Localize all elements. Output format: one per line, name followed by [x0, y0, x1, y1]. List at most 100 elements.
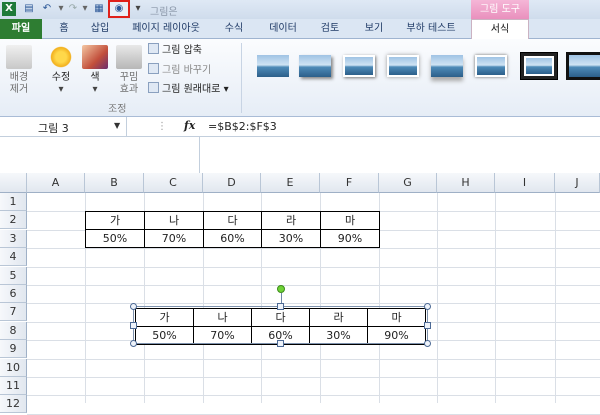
- column-header-e[interactable]: E: [261, 173, 320, 193]
- tab-formulas[interactable]: 수식: [218, 19, 250, 39]
- table-cell[interactable]: 가: [85, 211, 145, 230]
- table-cell[interactable]: 90%: [320, 229, 380, 248]
- picture-style-4[interactable]: [384, 52, 422, 80]
- column-header-d[interactable]: D: [203, 173, 261, 193]
- remove-background-label[interactable]: 배경 제거: [2, 72, 36, 96]
- formula-bar-grip-icon: ⋮: [157, 121, 167, 132]
- rotation-handle[interactable]: [277, 285, 285, 293]
- table-cell[interactable]: 70%: [144, 229, 204, 248]
- undo-icon[interactable]: ↶: [40, 2, 54, 16]
- grid-row-line: [27, 395, 600, 397]
- column-header-j[interactable]: J: [555, 173, 600, 193]
- worksheet-grid[interactable]: [0, 173, 600, 403]
- name-box-dropdown-icon[interactable]: ▼: [114, 121, 120, 130]
- tab-insert[interactable]: 삽입: [84, 19, 116, 39]
- camera-icon[interactable]: ◉: [108, 0, 130, 18]
- resize-handle[interactable]: [424, 322, 431, 329]
- resize-handle[interactable]: [424, 340, 431, 347]
- row-header-4[interactable]: 4: [0, 248, 27, 267]
- resize-handle[interactable]: [277, 340, 284, 347]
- grid-column-line: [555, 193, 556, 403]
- table-cell[interactable]: 30%: [261, 229, 321, 248]
- grid-row-line: [27, 248, 600, 250]
- reset-picture-button[interactable]: 그림 원래대로 ▾: [148, 82, 229, 96]
- customize-qat-icon[interactable]: ▾: [131, 2, 145, 16]
- grid-row-line: [27, 377, 600, 378]
- tab-file[interactable]: 파일: [0, 19, 42, 39]
- formula-input[interactable]: =$B$2:$F$3: [208, 120, 277, 133]
- picture-style-5[interactable]: [428, 52, 466, 80]
- color-dropdown-icon[interactable]: ▾: [89, 84, 101, 96]
- compress-icon: [148, 43, 159, 54]
- column-header-a[interactable]: A: [27, 173, 85, 193]
- tab-load-test[interactable]: 부하 테스트: [400, 19, 462, 39]
- row-header-3[interactable]: 3: [0, 229, 27, 248]
- compress-pictures-button[interactable]: 그림 압축: [148, 43, 202, 57]
- picture-selection-frame[interactable]: [133, 306, 428, 344]
- row-header-9[interactable]: 9: [0, 340, 27, 359]
- picture-style-6[interactable]: [472, 52, 510, 80]
- reset-picture-icon: [148, 82, 159, 93]
- grid-row-line: [27, 358, 600, 360]
- column-header-c[interactable]: C: [144, 173, 203, 193]
- picture-style-3[interactable]: [340, 52, 378, 80]
- picture-style-7[interactable]: [520, 52, 558, 80]
- tab-review[interactable]: 검토: [314, 19, 346, 39]
- row-header-12[interactable]: 12: [0, 395, 27, 414]
- excel-logo-icon[interactable]: X: [2, 2, 16, 16]
- column-header-g[interactable]: G: [379, 173, 437, 193]
- row-header-8[interactable]: 8: [0, 321, 27, 340]
- picture-tools-header: 그림 도구: [471, 0, 529, 19]
- row-header-2[interactable]: 2: [0, 211, 27, 230]
- name-box-value[interactable]: 그림 3: [38, 120, 69, 136]
- formula-bar-left-pane: [0, 137, 200, 173]
- tab-format[interactable]: 서식: [471, 19, 529, 39]
- form-icon[interactable]: ▦: [92, 2, 106, 16]
- document-title: 그림은: [150, 7, 178, 18]
- column-header-b[interactable]: B: [85, 173, 144, 193]
- change-picture-button[interactable]: 그림 바꾸기: [148, 63, 211, 77]
- corrections-label[interactable]: 수정: [44, 72, 78, 84]
- grid-row-line: [27, 266, 600, 268]
- picture-style-1[interactable]: [254, 52, 292, 80]
- row-header-11[interactable]: 11: [0, 377, 27, 395]
- tab-page-layout[interactable]: 페이지 레이아웃: [126, 19, 206, 39]
- grid-row-line: [27, 303, 600, 305]
- corrections-dropdown-icon[interactable]: ▾: [55, 84, 67, 96]
- redo-dropdown-icon[interactable]: ▾: [78, 2, 92, 16]
- column-header-i[interactable]: I: [495, 173, 555, 193]
- table-cell[interactable]: 마: [320, 211, 380, 230]
- resize-handle[interactable]: [130, 340, 137, 347]
- column-header-h[interactable]: H: [437, 173, 495, 193]
- row-header-10[interactable]: 10: [0, 358, 27, 377]
- change-picture-icon: [148, 63, 159, 74]
- tab-data[interactable]: 데이터: [262, 19, 304, 39]
- table-cell[interactable]: 60%: [203, 229, 262, 248]
- tab-home[interactable]: 홈: [50, 19, 78, 39]
- row-header-5[interactable]: 5: [0, 266, 27, 285]
- table-cell[interactable]: 라: [261, 211, 321, 230]
- resize-handle[interactable]: [424, 303, 431, 310]
- corrections-icon[interactable]: [48, 45, 74, 69]
- insert-function-icon[interactable]: fx: [184, 119, 195, 132]
- picture-style-8[interactable]: [566, 52, 600, 80]
- select-all-corner[interactable]: [0, 173, 27, 193]
- artistic-effects-label[interactable]: 꾸밈 효과: [112, 72, 146, 96]
- resize-handle[interactable]: [130, 303, 137, 310]
- table-cell[interactable]: 50%: [85, 229, 145, 248]
- artistic-effects-icon[interactable]: [116, 45, 142, 69]
- picture-style-2[interactable]: [296, 52, 334, 80]
- resize-handle[interactable]: [277, 303, 284, 310]
- save-icon[interactable]: ▤: [22, 2, 36, 16]
- column-header-f[interactable]: F: [320, 173, 379, 193]
- color-icon[interactable]: [82, 45, 108, 69]
- tab-view[interactable]: 보기: [358, 19, 390, 39]
- row-header-1[interactable]: 1: [0, 193, 27, 211]
- resize-handle[interactable]: [130, 322, 137, 329]
- table-cell[interactable]: 나: [144, 211, 204, 230]
- table-cell[interactable]: 다: [203, 211, 262, 230]
- row-header-7[interactable]: 7: [0, 303, 27, 322]
- remove-background-icon[interactable]: [6, 45, 32, 69]
- color-label[interactable]: 색: [80, 72, 110, 84]
- row-header-6[interactable]: 6: [0, 285, 27, 303]
